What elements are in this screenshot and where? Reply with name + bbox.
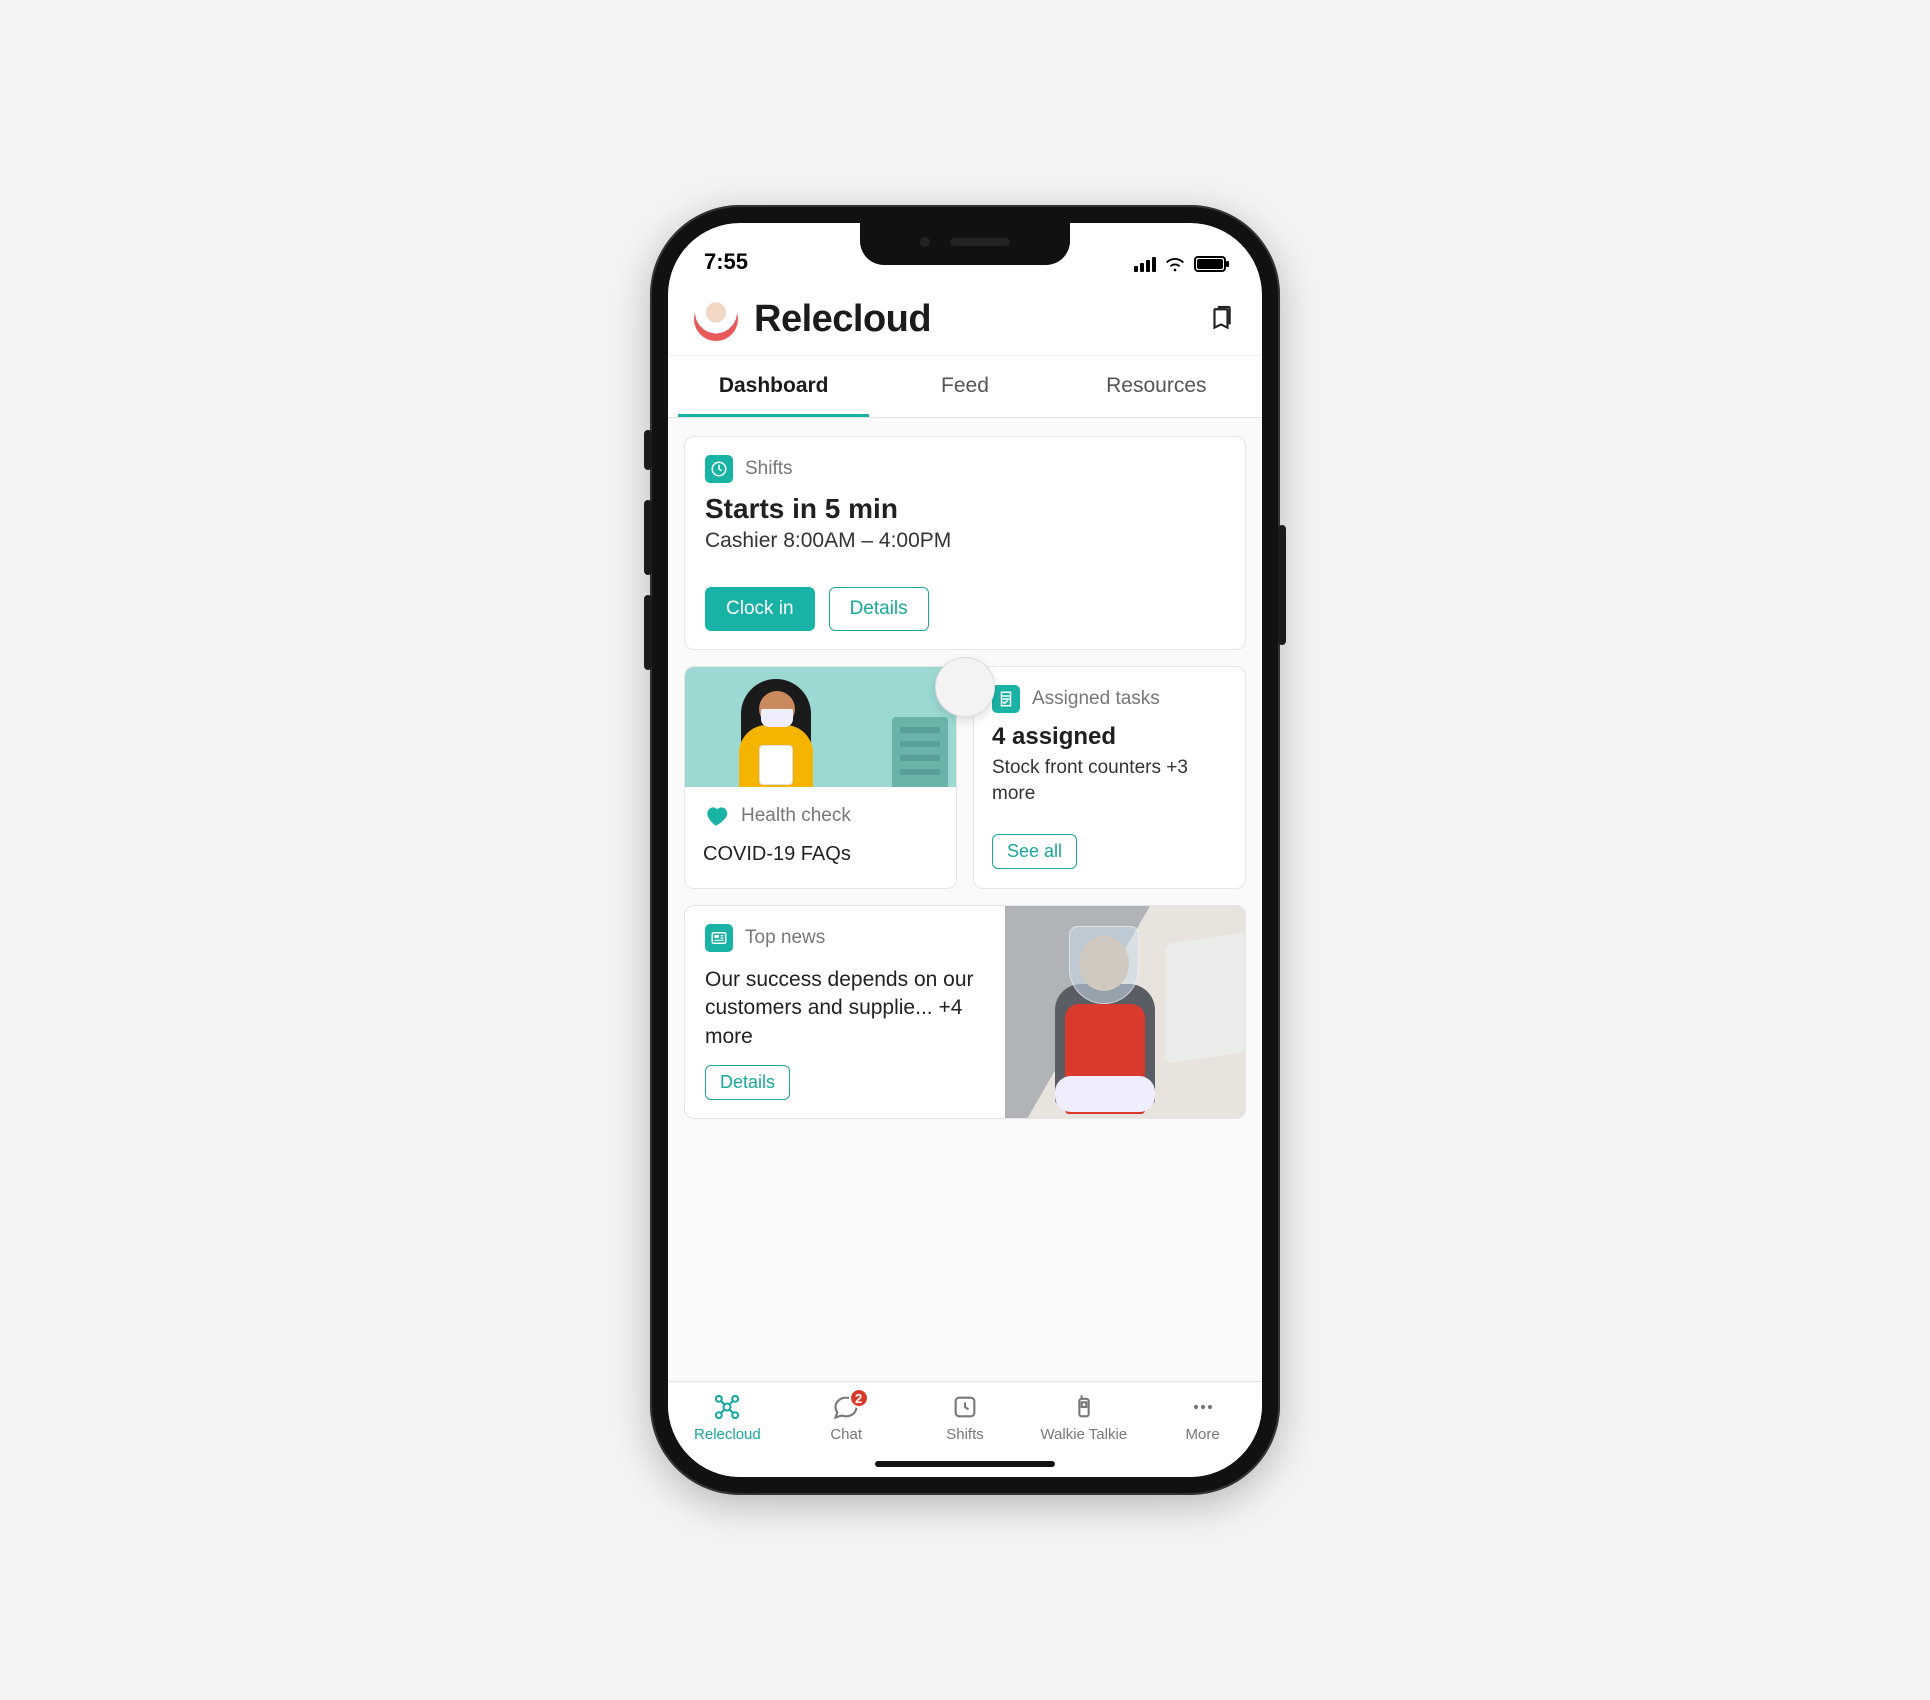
tasks-title: 4 assigned [992,723,1227,751]
shift-title: Starts in 5 min [705,493,1225,525]
more-icon [1188,1392,1218,1422]
walkie-icon [1069,1392,1099,1422]
shift-subtitle: Cashier 8:00AM – 4:00PM [705,529,1225,553]
health-title: COVID-19 FAQs [703,843,938,866]
tab-resources[interactable]: Resources [1061,356,1252,417]
chat-badge: 2 [849,1388,869,1408]
notch [860,223,1070,265]
see-all-button[interactable]: See all [992,834,1077,869]
dashboard-body[interactable]: Shifts Starts in 5 min Cashier 8:00AM – … [668,418,1262,1381]
health-card[interactable]: Health check COVID-19 FAQs [684,666,957,889]
status-time: 7:55 [704,249,748,275]
nav-relecloud[interactable]: Relecloud [668,1392,787,1443]
news-text: Our success depends on our customers and… [705,966,987,1051]
news-details-button[interactable]: Details [705,1065,790,1100]
battery-icon [1194,256,1226,272]
nav-shifts[interactable]: Shifts [906,1392,1025,1443]
health-label: Health check [741,805,851,827]
nav-label: Shifts [946,1426,984,1443]
nav-walkie[interactable]: Walkie Talkie [1024,1392,1143,1443]
news-icon [705,924,733,952]
shifts-card: Shifts Starts in 5 min Cashier 8:00AM – … [684,436,1246,650]
bookmark-icon [1208,306,1234,332]
tab-feed[interactable]: Feed [869,356,1060,417]
shifts-nav-icon [950,1392,980,1422]
shift-details-button[interactable]: Details [829,587,929,631]
news-image [1005,906,1245,1118]
screen: 7:55 Relecloud Dashboard Fee [668,223,1262,1477]
nav-label: Relecloud [694,1426,761,1443]
tasks-icon [992,685,1020,713]
touch-indicator [935,657,995,717]
wifi-icon [1164,253,1186,275]
clock-in-button[interactable]: Clock in [705,587,815,631]
nav-label: Chat [830,1426,862,1443]
nav-more[interactable]: More [1143,1392,1262,1443]
health-illustration [685,667,956,787]
nav-label: More [1185,1426,1219,1443]
app-header: Relecloud [668,279,1262,355]
home-indicator[interactable] [875,1461,1055,1467]
clock-icon [705,455,733,483]
news-label: Top news [745,927,825,949]
status-icons [1134,253,1226,275]
nav-label: Walkie Talkie [1040,1426,1127,1443]
heart-icon [703,803,729,829]
app-title: Relecloud [754,298,1190,341]
shifts-label: Shifts [745,458,793,480]
bookmark-button[interactable] [1206,304,1236,334]
phone-frame: 7:55 Relecloud Dashboard Fee [650,205,1280,1495]
news-card: Top news Our success depends on our cust… [684,905,1246,1119]
nav-chat[interactable]: 2 Chat [787,1392,906,1443]
cellular-icon [1134,257,1156,272]
tabs: Dashboard Feed Resources [668,355,1262,418]
tasks-subtitle: Stock front counters +3 more [992,755,1227,806]
tasks-label: Assigned tasks [1032,688,1160,710]
tasks-card: Assigned tasks 4 assigned Stock front co… [973,666,1246,889]
tab-dashboard[interactable]: Dashboard [678,356,869,417]
avatar[interactable] [694,297,738,341]
relecloud-icon [712,1392,742,1422]
